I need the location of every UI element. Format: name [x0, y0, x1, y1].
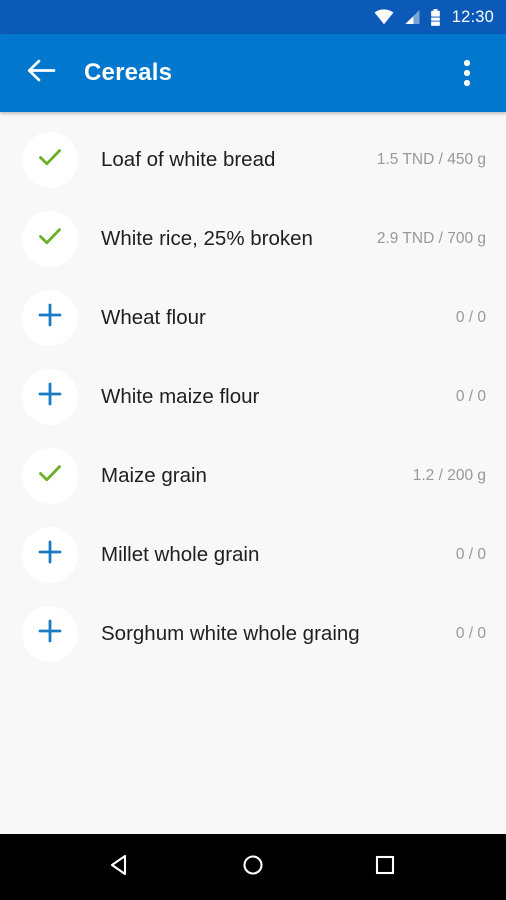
battery-icon — [430, 8, 441, 26]
check-button[interactable] — [22, 447, 78, 504]
check-icon — [35, 221, 65, 256]
nav-back-icon — [108, 852, 134, 883]
overflow-menu-icon-dot3 — [464, 80, 470, 86]
cellular-signal-icon — [403, 9, 421, 25]
list-item-label: Sorghum white whole graing — [101, 622, 360, 645]
back-button[interactable] — [18, 50, 64, 96]
wifi-icon — [374, 9, 394, 25]
nav-recents-button[interactable] — [359, 841, 411, 893]
check-button[interactable] — [22, 131, 78, 188]
list-item-value: 0 / 0 — [455, 545, 486, 563]
check-icon — [35, 142, 65, 177]
status-bar: 12:30 — [0, 0, 506, 34]
list-item[interactable]: White maize flour 0 / 0 — [0, 357, 506, 436]
add-button[interactable] — [22, 526, 78, 583]
nav-recents-icon — [372, 852, 398, 883]
list-item-label: Millet whole grain — [101, 543, 260, 566]
plus-icon — [35, 300, 65, 335]
list-item[interactable]: Sorghum white whole graing 0 / 0 — [0, 594, 506, 673]
add-button[interactable] — [22, 605, 78, 662]
plus-icon — [35, 379, 65, 414]
list-item-value: 1.5 TND / 450 g — [376, 150, 486, 168]
list-item[interactable]: White rice, 25% broken 2.9 TND / 700 g — [0, 199, 506, 278]
add-button[interactable] — [22, 289, 78, 346]
list-item-label: White rice, 25% broken — [101, 227, 313, 250]
cereals-list: Loaf of white bread 1.5 TND / 450 g White … — [0, 112, 506, 834]
android-screen: 12:30 Cereals Loaf of white bread 1.5 TND… — [0, 0, 506, 900]
list-item-value: 0 / 0 — [455, 308, 486, 326]
list-item[interactable]: Millet whole grain 0 / 0 — [0, 515, 506, 594]
nav-home-button[interactable] — [227, 841, 279, 893]
list-item-value: 2.9 TND / 700 g — [376, 229, 486, 247]
list-item-label: White maize flour — [101, 385, 260, 408]
list-item[interactable]: Wheat flour 0 / 0 — [0, 278, 506, 357]
list-item-label: Maize grain — [101, 464, 207, 487]
navigation-bar — [0, 834, 506, 900]
list-item-label: Loaf of white bread — [101, 148, 276, 171]
page-title: Cereals — [84, 59, 173, 86]
list-item-value: 0 / 0 — [455, 624, 486, 642]
check-icon — [35, 458, 65, 493]
plus-icon — [35, 616, 65, 651]
list-item[interactable]: Maize grain 1.2 / 200 g — [0, 436, 506, 515]
back-arrow-icon — [26, 58, 56, 88]
status-bar-clock: 12:30 — [451, 7, 494, 26]
list-item-value: 0 / 0 — [455, 387, 486, 405]
app-bar: Cereals — [0, 34, 506, 112]
nav-home-icon — [240, 852, 266, 883]
list-item-label: Wheat flour — [101, 306, 206, 329]
list-item[interactable]: Loaf of white bread 1.5 TND / 450 g — [0, 120, 506, 199]
list-item-value: 1.2 / 200 g — [412, 466, 486, 484]
overflow-menu-icon — [464, 60, 470, 66]
nav-back-button[interactable] — [95, 841, 147, 893]
check-button[interactable] — [22, 210, 78, 267]
add-button[interactable] — [22, 368, 78, 425]
plus-icon — [35, 537, 65, 572]
overflow-menu-icon-dot2 — [464, 70, 470, 76]
overflow-menu-button[interactable] — [446, 50, 488, 96]
